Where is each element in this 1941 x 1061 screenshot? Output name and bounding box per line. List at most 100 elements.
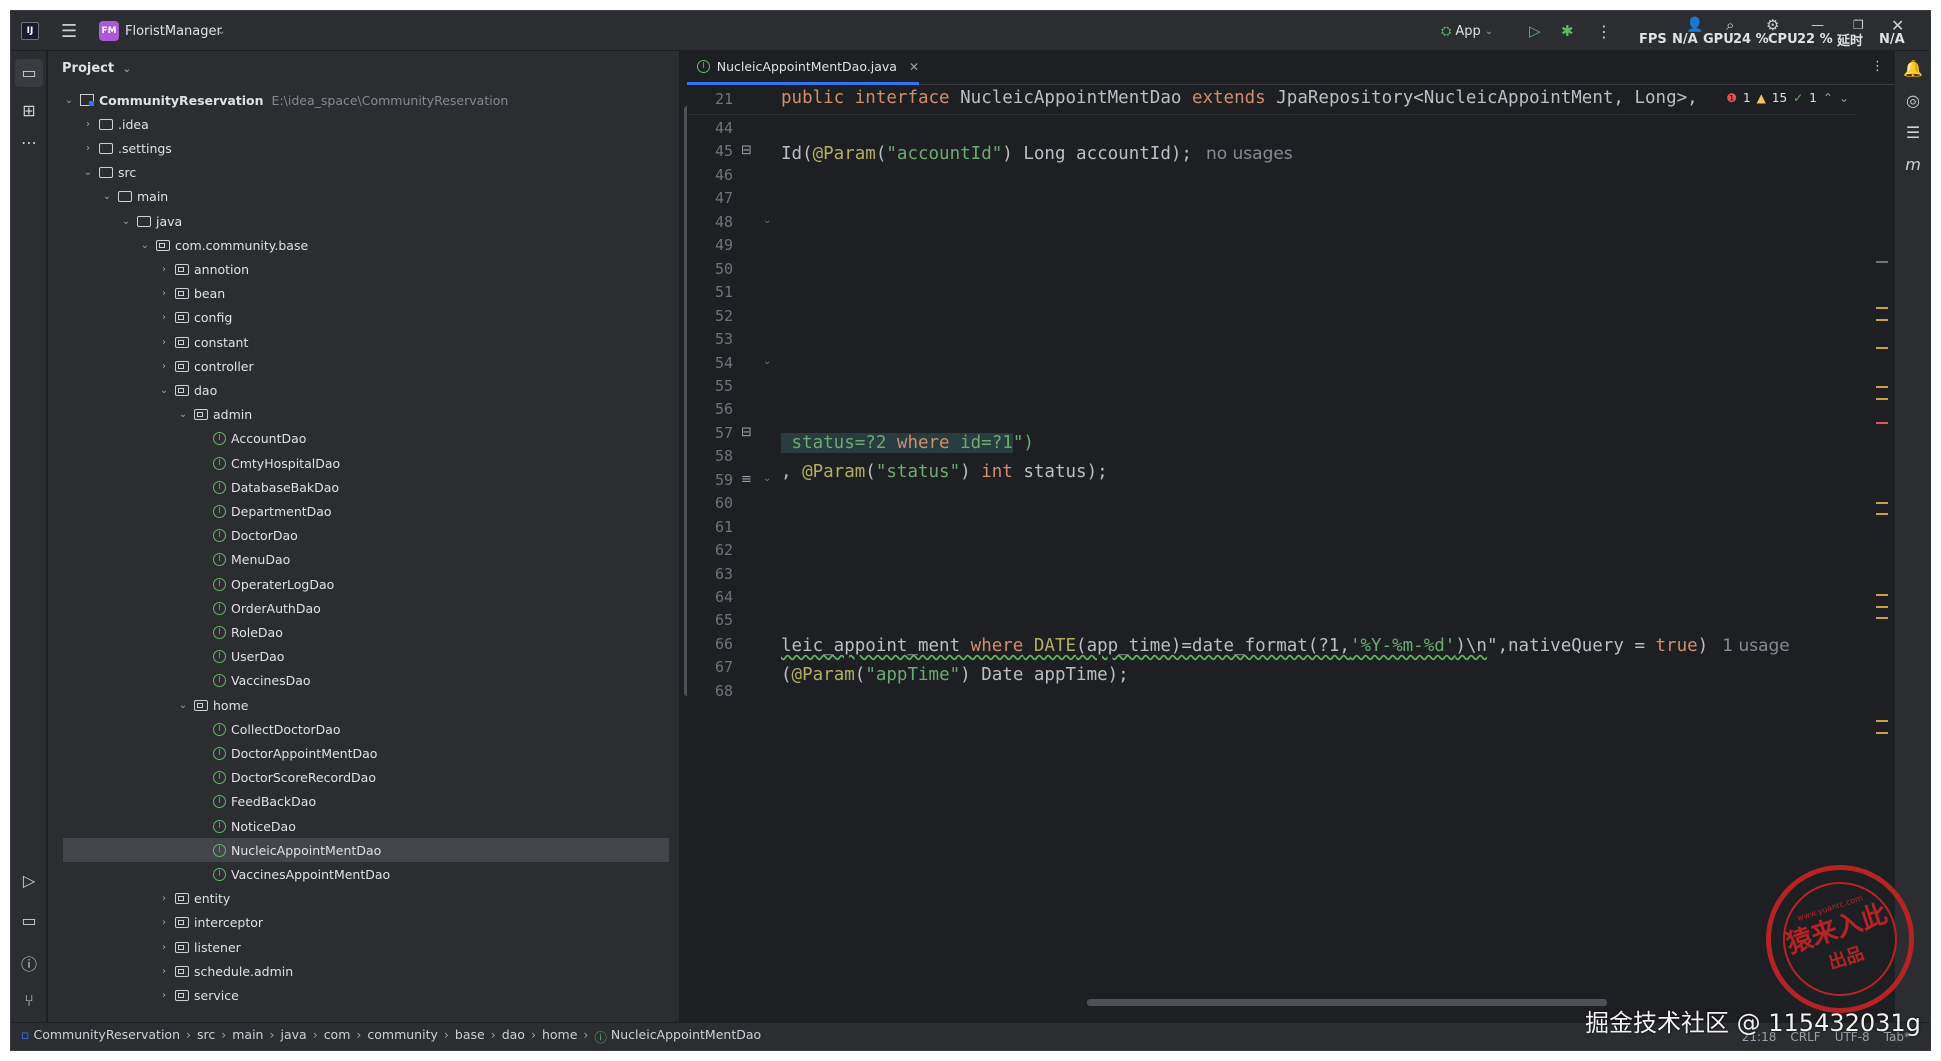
line-number[interactable]: 48	[687, 213, 733, 231]
stripe-mark[interactable]	[1876, 307, 1888, 309]
chevron-down-icon[interactable]: ⌄	[138, 240, 152, 251]
chevron-down-icon[interactable]: ⌄	[176, 700, 190, 711]
horizontal-scrollbar[interactable]	[1087, 999, 1607, 1006]
tree-item[interactable]: I CollectDoctorDao	[48, 717, 679, 741]
tree-item[interactable]: I OperaterLogDao	[48, 572, 679, 596]
tree-item[interactable]: › annotion	[48, 257, 679, 281]
chevron-right-icon[interactable]: ›	[157, 288, 171, 299]
chevron-down-icon[interactable]: ⌄	[217, 11, 225, 51]
stripe-mark[interactable]	[1876, 732, 1888, 734]
chevron-down-icon[interactable]: ⌄	[81, 167, 95, 178]
line-number[interactable]: 56	[687, 400, 733, 418]
breadcrumb-item[interactable]: com	[324, 1027, 351, 1046]
database-icon[interactable]: ☰	[1895, 123, 1930, 142]
tree-item[interactable]: I MenuDao	[48, 548, 679, 572]
tree-item[interactable]: › entity	[48, 887, 679, 911]
line-number[interactable]: 59	[687, 471, 733, 489]
tree-item[interactable]: I DoctorAppointMentDao	[48, 741, 679, 765]
breadcrumb-item[interactable]: dao	[502, 1027, 525, 1046]
chevron-right-icon[interactable]: ›	[157, 966, 171, 977]
services-icon[interactable]: ▷	[11, 871, 47, 890]
breadcrumb-item[interactable]: community	[367, 1027, 438, 1046]
line-number[interactable]: 45	[687, 142, 733, 160]
tree-item[interactable]: I DoctorScoreRecordDao	[48, 766, 679, 790]
chevron-right-icon[interactable]: ›	[157, 893, 171, 904]
stripe-mark[interactable]	[1876, 422, 1888, 424]
line-number[interactable]: 66	[687, 635, 733, 653]
stripe-mark[interactable]	[1876, 617, 1888, 619]
chevron-down-icon[interactable]: ⌄	[100, 191, 114, 202]
intellij-logo-icon[interactable]: IJ	[21, 22, 39, 40]
main-menu-icon[interactable]: ☰	[61, 11, 77, 51]
tree-item[interactable]: › service	[48, 983, 679, 1007]
tree-item[interactable]: ⌄ dao	[48, 378, 679, 402]
notifications-icon[interactable]: 🔔	[1895, 59, 1930, 78]
line-number[interactable]: 51	[687, 283, 733, 301]
breadcrumb-item[interactable]: main	[232, 1027, 263, 1046]
tree-item[interactable]: ⌄ src	[48, 161, 679, 185]
problems-icon[interactable]: ⓘ	[11, 951, 47, 975]
tree-item[interactable]: › .idea	[48, 112, 679, 136]
tree-item[interactable]: › bean	[48, 282, 679, 306]
tree-item[interactable]: › constant	[48, 330, 679, 354]
breadcrumb-item[interactable]: src	[197, 1027, 215, 1046]
chevron-down-icon[interactable]: ⌄	[176, 409, 190, 420]
run-config-selector[interactable]: ⛭ App ⌄	[1441, 11, 1493, 51]
fold-icon[interactable]: ⌄	[763, 215, 771, 226]
chevron-down-icon[interactable]: ⌄	[157, 385, 171, 396]
tree-item[interactable]: I DatabaseBakDao	[48, 475, 679, 499]
breadcrumb-item[interactable]: home	[542, 1027, 577, 1046]
editor-tab-active[interactable]: I NucleicAppointMentDao.java ✕	[687, 51, 919, 85]
project-folder-icon[interactable]: ▭	[15, 59, 43, 87]
line-number[interactable]: 55	[687, 377, 733, 395]
fold-icon[interactable]: ⌄	[763, 356, 771, 367]
chevron-right-icon[interactable]: ›	[81, 143, 95, 154]
stripe-mark[interactable]	[1876, 594, 1888, 596]
project-panel-header[interactable]: Project ⌄	[62, 61, 131, 76]
chevron-right-icon[interactable]: ›	[81, 119, 95, 130]
line-number[interactable]: 67	[687, 658, 733, 676]
line-number[interactable]: 65	[687, 611, 733, 629]
tree-item[interactable]: I FeedBackDao	[48, 790, 679, 814]
sticky-scroll-line[interactable]: 21 public interface NucleicAppointMentDa…	[687, 85, 1857, 115]
line-number[interactable]: 62	[687, 541, 733, 559]
line-number[interactable]: 61	[687, 518, 733, 536]
chevron-right-icon[interactable]: ›	[157, 990, 171, 1001]
line-number[interactable]: 68	[687, 682, 733, 700]
chevron-right-icon[interactable]: ›	[157, 942, 171, 953]
line-number[interactable]: 49	[687, 236, 733, 254]
tree-item[interactable]: ⌄ com.community.base	[48, 233, 679, 257]
stripe-mark[interactable]	[1876, 502, 1888, 504]
tree-item[interactable]: I OrderAuthDao	[48, 596, 679, 620]
line-number[interactable]: 44	[687, 119, 733, 137]
line-number[interactable]: 46	[687, 166, 733, 184]
breadcrumb-item[interactable]: NucleicAppointMentDao	[611, 1027, 761, 1046]
tree-item[interactable]: › interceptor	[48, 911, 679, 935]
project-name[interactable]: FloristManager	[125, 11, 222, 51]
chevron-down-icon[interactable]: ⌄	[62, 95, 76, 106]
tree-item[interactable]: I UserDao	[48, 645, 679, 669]
code-area[interactable]: Id(@Param("accountId") Long accountId); n…	[781, 85, 1881, 1023]
more-actions-icon[interactable]: ⋮	[1596, 11, 1612, 51]
line-number[interactable]: 58	[687, 447, 733, 465]
stripe-mark[interactable]	[1876, 347, 1888, 349]
tree-item[interactable]: I DepartmentDao	[48, 499, 679, 523]
breadcrumb-item[interactable]: CommunityReservation	[33, 1027, 180, 1046]
chevron-down-icon[interactable]: ⌄	[1839, 91, 1849, 105]
tree-item[interactable]: ⌄ java	[48, 209, 679, 233]
maven-icon[interactable]: m	[1895, 155, 1930, 174]
chevron-up-icon[interactable]: ⌃	[1823, 91, 1833, 105]
stripe-mark[interactable]	[1876, 720, 1888, 722]
tree-item[interactable]: I RoleDao	[48, 620, 679, 644]
chevron-right-icon[interactable]: ›	[157, 917, 171, 928]
tree-item[interactable]: I NucleicAppointMentDao	[63, 838, 669, 863]
breadcrumb-item[interactable]: base	[455, 1027, 485, 1046]
line-number[interactable]: 63	[687, 565, 733, 583]
query-run-icon[interactable]: ⊟	[741, 143, 752, 158]
chevron-right-icon[interactable]: ›	[157, 337, 171, 348]
tab-more-icon[interactable]: ⋮	[1871, 59, 1884, 74]
tree-item[interactable]: › controller	[48, 354, 679, 378]
tree-item[interactable]: I DoctorDao	[48, 524, 679, 548]
stripe-mark[interactable]	[1876, 319, 1888, 321]
tree-item[interactable]: I VaccinesDao	[48, 669, 679, 693]
